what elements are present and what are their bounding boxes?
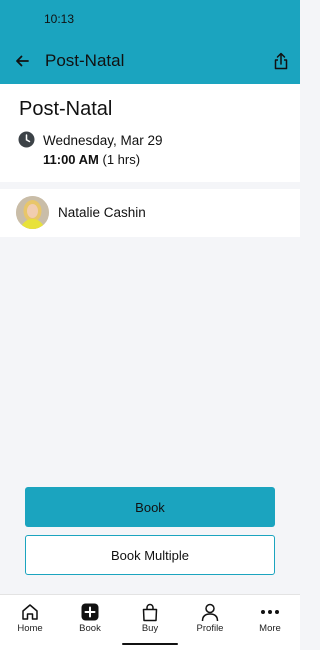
share-button[interactable] (270, 50, 292, 72)
class-title: Post-Natal (19, 98, 113, 120)
nav-buy-label: Buy (141, 623, 159, 634)
app-bar: Post-Natal (0, 38, 300, 84)
status-time: 10:13 (44, 12, 75, 26)
instructor-row[interactable]: Natalie Cashin (0, 189, 300, 237)
home-indicator (122, 643, 178, 645)
avatar (16, 196, 49, 229)
class-start-time: 11:00 AM (43, 152, 99, 167)
class-details-card: Post-Natal Wednesday, Mar 29 11:00 AM (1… (0, 84, 300, 182)
share-icon (274, 52, 288, 70)
instructor-photo (16, 196, 49, 229)
nav-more-label: More (259, 623, 281, 634)
status-bar: 10:13 (0, 0, 300, 38)
arrow-left-icon (16, 55, 29, 67)
nav-more[interactable]: More (240, 595, 300, 650)
back-button[interactable] (10, 49, 34, 73)
app-bar-title: Post-Natal (45, 51, 125, 70)
nav-profile-label: Profile (196, 623, 224, 634)
class-duration: (1 hrs) (102, 152, 141, 167)
clock-icon (18, 131, 35, 148)
nav-home-label: Home (17, 623, 43, 634)
shopping-bag-icon (139, 601, 161, 623)
plus-box-icon (79, 601, 101, 623)
class-date: Wednesday, Mar 29 (43, 133, 163, 148)
book-button[interactable]: Book (25, 487, 275, 527)
nav-book-label: Book (79, 623, 101, 634)
book-multiple-button[interactable]: Book Multiple (25, 535, 275, 575)
nav-book[interactable]: Book (60, 595, 120, 650)
more-dots-icon (259, 601, 281, 623)
bottom-nav: Home Book Buy Profile More (0, 594, 300, 650)
instructor-name: Natalie Cashin (58, 205, 146, 220)
person-icon (199, 601, 221, 623)
nav-home[interactable]: Home (0, 595, 60, 650)
nav-profile[interactable]: Profile (180, 595, 240, 650)
home-icon (19, 601, 41, 623)
nav-buy[interactable]: Buy (120, 595, 180, 650)
class-time-row: 11:00 AM (1 hrs) (43, 152, 140, 167)
